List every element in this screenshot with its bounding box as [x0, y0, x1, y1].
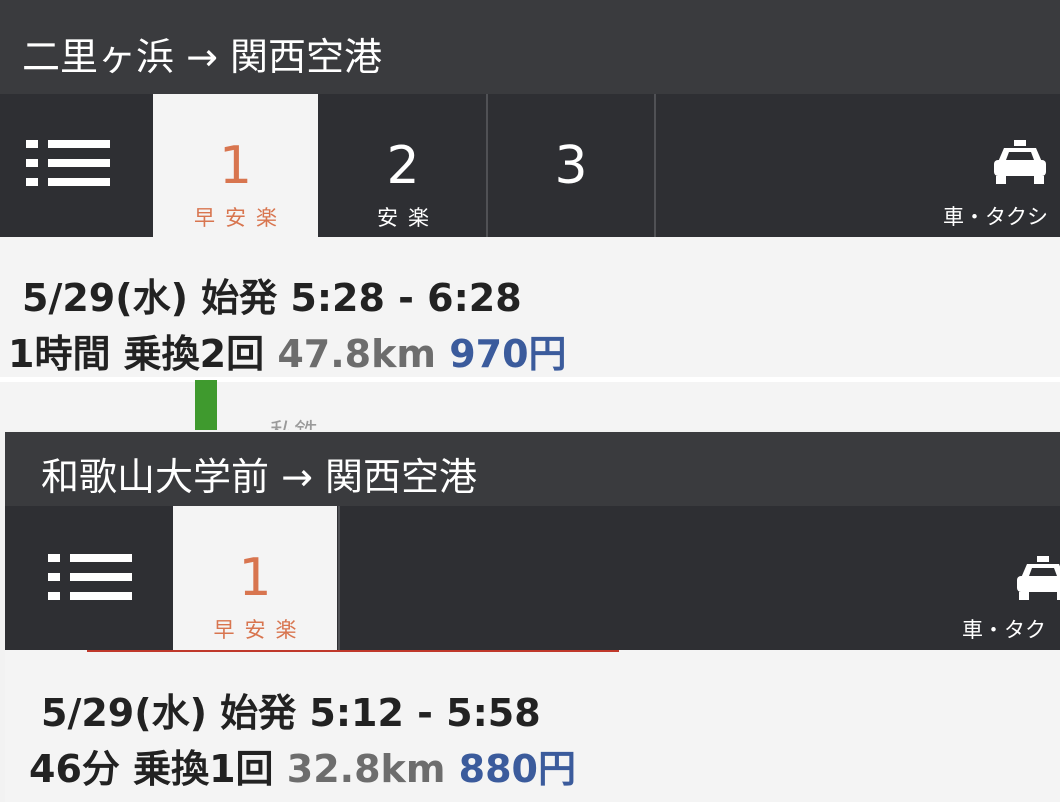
separator: [0, 377, 1060, 382]
route-panel-1: 二里ヶ浜 → 関西空港 1 早安楽 2 安楽 3 車・タクシ 5/29(水) 始…: [0, 0, 1060, 430]
duration-transfers: 46分 乗換1回: [29, 747, 274, 791]
tab-criteria: 早安楽: [194, 206, 287, 230]
tab-criteria: 安楽: [377, 206, 439, 230]
tab-bar: 1 早安楽 車・タク: [5, 506, 1060, 650]
tab-route-3[interactable]: 3: [488, 94, 654, 237]
departure-arrival-time: 5/29(水) 始発 5:12 - 5:58: [41, 691, 541, 735]
distance: 47.8km: [277, 332, 436, 376]
line-name: 私鉄: [270, 412, 318, 430]
route-panel-2: 和歌山大学前 → 関西空港 1 早安楽 車・タク 5/29(水) 始発 5:12…: [5, 432, 1060, 802]
route-title: 和歌山大学前 → 関西空港: [41, 455, 477, 499]
tab-route-2[interactable]: 2 安楽: [320, 94, 486, 237]
tab-number: 1: [238, 548, 272, 608]
distance: 32.8km: [286, 747, 446, 791]
route-stats: 1時間 乗換2回 47.8km 970円: [8, 323, 567, 378]
tab-bar: 1 早安楽 2 安楽 3 車・タクシ: [0, 94, 1060, 237]
route-title: 二里ヶ浜 → 関西空港: [22, 35, 382, 79]
car-taxi-label[interactable]: 車・タクシ: [943, 201, 1048, 231]
tab-route-1[interactable]: 1 早安楽: [153, 94, 318, 237]
tab-divider: [338, 506, 340, 650]
header-bar: 和歌山大学前 → 関西空港: [5, 432, 1060, 506]
car-icon[interactable]: [1015, 556, 1060, 604]
tab-route-1[interactable]: 1 早安楽: [173, 506, 337, 650]
fare: 880円: [458, 747, 576, 791]
tab-criteria: 早安楽: [213, 618, 307, 642]
line-color-bar: [195, 380, 217, 430]
tab-divider: [654, 94, 656, 237]
tab-number: 2: [386, 136, 420, 196]
car-taxi-label[interactable]: 車・タク: [962, 614, 1046, 644]
duration-transfers: 1時間 乗換2回: [8, 332, 265, 376]
fare: 970円: [449, 332, 567, 376]
tab-number: 1: [218, 136, 253, 196]
route-summary[interactable]: 5/29(水) 始発 5:12 - 5:58 46分 乗換1回 32.8km 8…: [5, 652, 1060, 802]
header-bar: 二里ヶ浜 → 関西空港: [0, 0, 1060, 94]
route-stats: 46分 乗換1回 32.8km 880円: [29, 738, 576, 793]
route-summary[interactable]: 5/29(水) 始発 5:28 - 6:28 1時間 乗換2回 47.8km 9…: [0, 237, 1060, 377]
tab-number: 3: [554, 136, 588, 196]
list-icon[interactable]: [26, 140, 110, 186]
list-icon[interactable]: [48, 554, 132, 600]
departure-arrival-time: 5/29(水) 始発 5:28 - 6:28: [22, 276, 522, 320]
car-icon[interactable]: [992, 140, 1048, 188]
